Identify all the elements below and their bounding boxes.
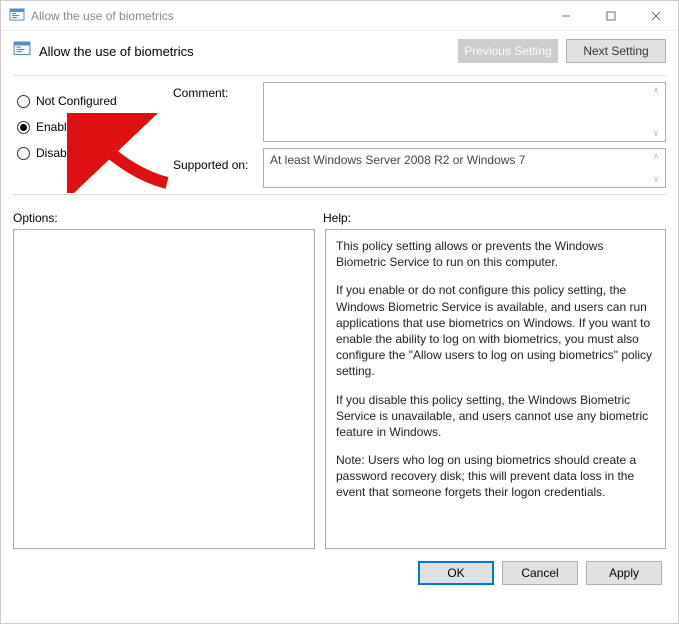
policy-icon (9, 8, 25, 24)
help-text: If you disable this policy setting, the … (336, 392, 655, 441)
config-area: Not Configured Enabled Disabled Comment:… (1, 82, 678, 188)
supported-value: At least Windows Server 2008 R2 or Windo… (264, 149, 665, 171)
help-text: Note: Users who log on using biometrics … (336, 452, 655, 501)
state-radios: Not Configured Enabled Disabled (13, 82, 173, 188)
scroll-indicator: ∧∨ (649, 85, 663, 139)
supported-label: Supported on: (173, 148, 253, 188)
close-button[interactable] (633, 1, 678, 31)
radio-disabled[interactable]: Disabled (13, 140, 173, 166)
header-row: Allow the use of biometrics Previous Set… (1, 31, 678, 69)
policy-title: Allow the use of biometrics (39, 44, 450, 59)
radio-icon (17, 121, 30, 134)
options-panel (13, 229, 315, 549)
cancel-button[interactable]: Cancel (502, 561, 578, 585)
footer-buttons: OK Cancel Apply (1, 549, 678, 585)
radio-label: Enabled (36, 120, 80, 134)
scroll-indicator: ∧∨ (649, 151, 663, 185)
ok-button[interactable]: OK (418, 561, 494, 585)
help-panel: This policy setting allows or prevents t… (325, 229, 666, 549)
radio-label: Not Configured (36, 94, 117, 108)
radio-icon (17, 147, 30, 160)
radio-not-configured[interactable]: Not Configured (13, 88, 173, 114)
supported-row: Supported on: At least Windows Server 20… (173, 148, 666, 188)
separator (13, 75, 666, 76)
previous-setting-button: Previous Setting (458, 39, 558, 63)
options-help-labels: Options: Help: (1, 201, 678, 229)
radio-label: Disabled (36, 146, 83, 160)
separator (13, 194, 666, 195)
window-title: Allow the use of biometrics (31, 9, 543, 23)
help-text: This policy setting allows or prevents t… (336, 238, 655, 270)
minimize-button[interactable] (543, 1, 588, 31)
panels: This policy setting allows or prevents t… (1, 229, 678, 549)
policy-icon-large (13, 41, 31, 62)
comment-input[interactable]: ∧∨ (263, 82, 666, 142)
fields-area: Comment: ∧∨ Supported on: At least Windo… (173, 82, 666, 188)
comment-row: Comment: ∧∨ (173, 82, 666, 142)
titlebar: Allow the use of biometrics (1, 1, 678, 31)
supported-display: At least Windows Server 2008 R2 or Windo… (263, 148, 666, 188)
options-label: Options: (13, 211, 323, 225)
radio-icon (17, 95, 30, 108)
comment-value (264, 83, 665, 91)
radio-enabled[interactable]: Enabled (13, 114, 173, 140)
comment-label: Comment: (173, 82, 253, 142)
help-text: If you enable or do not configure this p… (336, 282, 655, 379)
window-controls (543, 1, 678, 31)
maximize-button[interactable] (588, 1, 633, 31)
next-setting-button[interactable]: Next Setting (566, 39, 666, 63)
apply-button[interactable]: Apply (586, 561, 662, 585)
help-label: Help: (323, 211, 351, 225)
